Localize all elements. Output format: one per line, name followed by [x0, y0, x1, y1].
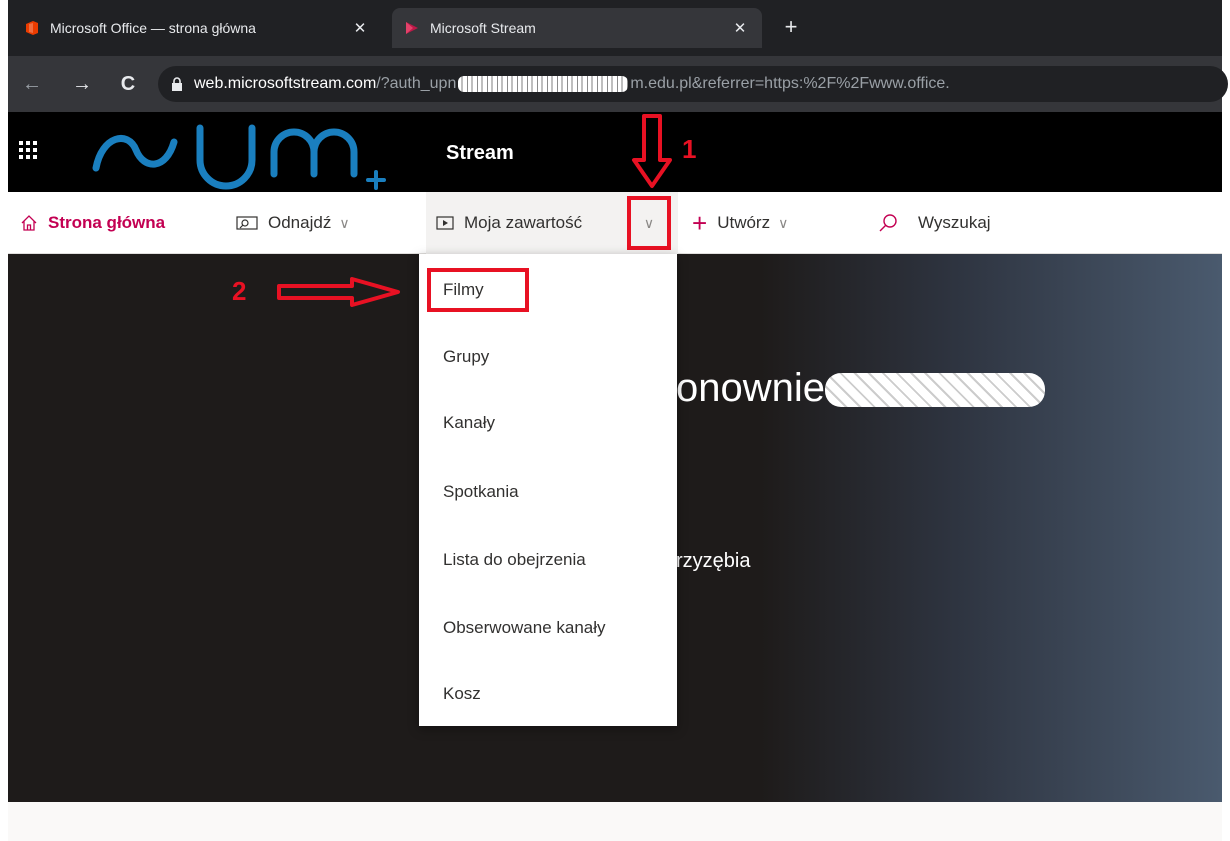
- nav-my-content-label: Moja zawartość: [464, 213, 583, 232]
- my-content-dropdown: Filmy Grupy Kanały Spotkania Lista do ob…: [419, 254, 677, 726]
- address-bar[interactable]: web.microsoftstream.com /?auth_upn m.edu…: [158, 66, 1228, 102]
- welcome-fragment: onownie: [676, 366, 826, 410]
- url-host: web.microsoftstream.com: [194, 75, 377, 92]
- menu-item-channels[interactable]: Kanały: [443, 413, 495, 433]
- video-icon: [436, 216, 454, 230]
- nav-find-label: Odnajdź: [268, 213, 332, 232]
- menu-item-followed-channels[interactable]: Obserwowane kanały: [443, 618, 606, 638]
- nav-create-label: Utwórz: [717, 213, 771, 232]
- chevron-down-icon[interactable]: ∨: [778, 215, 788, 232]
- url-path-end: m.edu.pl&referrer=https:%2F%2Fwww.office…: [630, 75, 950, 92]
- welcome-text: onownie: [676, 366, 1046, 411]
- nav-home[interactable]: Strona główna: [20, 192, 165, 254]
- stream-header: Stream: [8, 112, 1222, 192]
- tab-title: Microsoft Stream: [430, 20, 536, 36]
- nav-home-label: Strona główna: [48, 213, 166, 232]
- browser-toolbar: ← → C web.microsoftstream.com /?auth_upn…: [8, 56, 1228, 112]
- tab-title: Microsoft Office — strona główna: [50, 20, 256, 36]
- close-icon[interactable]: ✕: [350, 19, 370, 37]
- lock-icon: [172, 77, 182, 91]
- nav-find[interactable]: Odnajdź ∨: [236, 192, 350, 254]
- menu-item-trash[interactable]: Kosz: [443, 684, 481, 704]
- reload-button[interactable]: C: [114, 70, 142, 98]
- sum-logo[interactable]: [88, 116, 408, 192]
- search-icon: [879, 214, 897, 232]
- hero-subtitle: rzyzębia: [676, 550, 751, 572]
- close-icon[interactable]: ✕: [730, 19, 750, 37]
- tab-microsoft-stream[interactable]: Microsoft Stream ✕: [392, 8, 762, 48]
- nav-create[interactable]: + Utwórz ∨: [692, 192, 788, 254]
- annotation-arrow-right: [277, 277, 400, 307]
- office-icon: [26, 21, 38, 35]
- discover-icon: [236, 216, 258, 230]
- my-content-chevron-down-icon[interactable]: ∨: [627, 196, 671, 250]
- plus-icon: +: [692, 207, 708, 238]
- app-title[interactable]: Stream: [446, 142, 514, 165]
- browser-tab-strip: Microsoft Office — strona główna ✕ Micro…: [8, 0, 1222, 56]
- stream-navbar: Strona główna Odnajdź ∨ Moja zawartość ∨…: [8, 192, 1222, 254]
- search-label: Wyszukaj: [918, 213, 991, 232]
- annotation-number: 2: [232, 276, 247, 306]
- url-path-start: /?auth_upn: [376, 75, 457, 92]
- annotation-arrow-down: [632, 114, 672, 188]
- menu-item-meetings[interactable]: Spotkania: [443, 482, 519, 502]
- nav-search[interactable]: Wyszukaj: [878, 192, 991, 254]
- menu-item-watchlist[interactable]: Lista do obejrzenia: [443, 550, 586, 570]
- redacted-email: [458, 76, 629, 92]
- stream-icon: [406, 22, 418, 34]
- redacted-name: [825, 373, 1046, 408]
- new-tab-button[interactable]: +: [776, 12, 806, 42]
- home-icon: [21, 215, 37, 231]
- annotation-number: 1: [682, 134, 697, 164]
- screenshot: Microsoft Office — strona główna ✕ Micro…: [0, 0, 1230, 841]
- chevron-down-icon[interactable]: ∨: [339, 215, 349, 232]
- tab-microsoft-office[interactable]: Microsoft Office — strona główna ✕: [12, 8, 382, 48]
- menu-item-videos[interactable]: Filmy: [443, 280, 484, 300]
- menu-item-groups[interactable]: Grupy: [443, 347, 489, 367]
- back-button[interactable]: ←: [18, 70, 46, 98]
- page-footer-area: [8, 802, 1222, 841]
- app-launcher-icon[interactable]: [18, 140, 38, 160]
- forward-button[interactable]: →: [68, 70, 96, 98]
